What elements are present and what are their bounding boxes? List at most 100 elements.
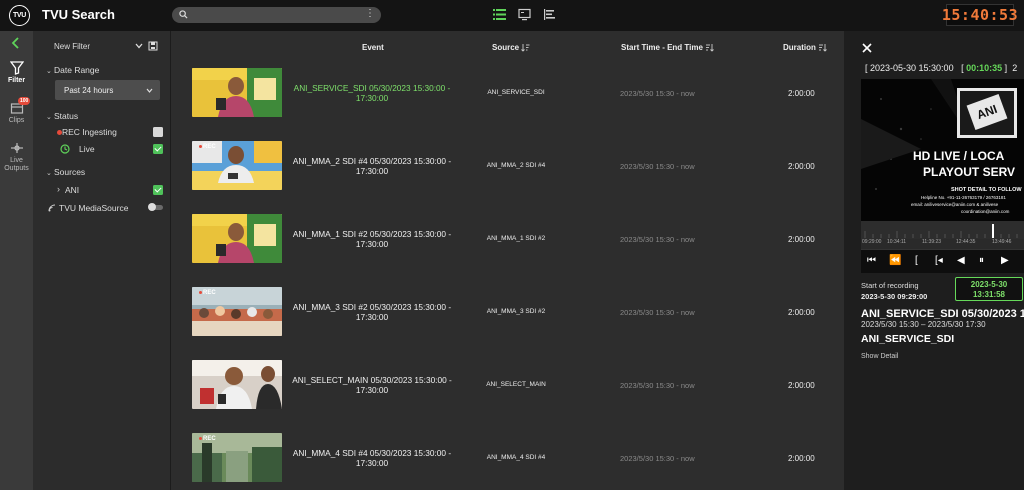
video-detail-4: coordination@aniin.com <box>961 209 1010 214</box>
current-timecode-box[interactable]: 2023-5-30 13:31:58 <box>955 277 1023 301</box>
sort-icon[interactable] <box>705 43 714 53</box>
ani-checkbox[interactable] <box>153 185 163 195</box>
source-name: ANI_SERVICE_SDI <box>487 89 545 96</box>
tvu-mediasource-toggle[interactable] <box>148 203 163 211</box>
show-detail-link[interactable]: Show Detail <box>861 353 898 360</box>
status-section[interactable]: ⌄ Status <box>46 111 78 121</box>
start-of-recording: Start of recording 2023-5-30 09:29:00 <box>861 281 928 301</box>
play-icon[interactable]: ▶ <box>1001 255 1009 266</box>
status-rec-ingesting[interactable]: REC Ingesting <box>55 127 163 139</box>
preview-title: ANI_SERVICE_SDI 05/30/2023 15:30 <box>861 308 1024 320</box>
signal-icon <box>48 204 56 212</box>
more-options-icon[interactable]: ⋮ <box>365 8 375 19</box>
duration: 2:00:00 <box>788 308 815 317</box>
video-detail-1: SHOT DETAIL TO FOLLOW <box>951 187 1022 193</box>
table-row[interactable]: ANI_MMA_1 SDI #2 05/30/2023 15:30:00 - 1… <box>171 214 844 287</box>
column-header-source[interactable]: Source <box>492 43 530 53</box>
source-name: ANI_MMA_4 SDI #4 <box>486 454 546 461</box>
chevron-down-icon <box>146 88 153 93</box>
rail-item-label: Live Outputs <box>4 157 29 172</box>
time-range: 2023/5/30 15:30 - now <box>620 235 695 244</box>
status-live[interactable]: Live <box>55 144 163 156</box>
save-filter-icon[interactable] <box>148 41 158 51</box>
rec-badge: REC <box>199 290 216 296</box>
preview-source: ANI_SERVICE_SDI <box>861 333 955 345</box>
list-view-icon[interactable] <box>493 8 506 21</box>
duration: 2:00:00 <box>788 235 815 244</box>
event-name[interactable]: ANI_MMA_2 SDI #4 05/30/2023 15:30:00 - 1… <box>292 156 452 176</box>
column-header-time[interactable]: Start Time - End Time <box>621 43 714 53</box>
timeline-scrubber[interactable]: 09:29:00 10:34:11 11:39:23 12:44:35 13:4… <box>861 221 1024 249</box>
live-checkbox[interactable] <box>153 144 163 154</box>
event-name[interactable]: ANI_MMA_3 SDI #2 05/30/2023 15:30:00 - 1… <box>292 302 452 322</box>
chevron-down-icon[interactable] <box>135 43 143 49</box>
clip-thumbnail[interactable]: REC <box>192 287 282 336</box>
collapse-chevron-icon[interactable] <box>10 37 22 49</box>
table-row[interactable]: REC ANI_MMA_4 SDI #4 05/30/2023 15:30:00… <box>171 433 844 490</box>
video-player[interactable]: ANI HD LIVE / LOCA PLAYOUT SERV SHOT DET… <box>861 79 1024 221</box>
date-range-section[interactable]: ⌄ Date Range <box>46 65 99 75</box>
timeline-view-icon[interactable] <box>543 8 556 21</box>
top-bar: TVU TVU Search ⋮ 15:40:53 <box>0 0 1024 31</box>
rail-item-label: Filter <box>7 77 26 84</box>
preview-panel: [ 2023-05-30 15:30:00 [ 00:10:35 ] 2 ANI… <box>844 31 1024 490</box>
column-header-duration[interactable]: Duration <box>783 43 827 53</box>
search-icon <box>179 10 188 19</box>
sort-icon[interactable] <box>818 43 827 53</box>
table-row[interactable]: REC ANI_MMA_2 SDI #4 05/30/2023 15:30:00… <box>171 141 844 214</box>
timeline-tick-label: 09:29:00 <box>862 239 882 245</box>
event-name[interactable]: ANI_SERVICE_SDI 05/30/2023 15:30:00 - 17… <box>292 83 452 103</box>
rewind-icon[interactable]: ⏪ <box>889 255 901 266</box>
chevron-right-icon[interactable]: › <box>57 184 60 194</box>
rail-item-clips[interactable]: 100 Clips <box>0 97 33 124</box>
monitor-view-icon[interactable] <box>518 8 531 21</box>
clip-thumbnail[interactable] <box>192 360 282 409</box>
clip-thumbnail[interactable] <box>192 214 282 263</box>
clip-thumbnail[interactable]: REC <box>192 141 282 190</box>
time-range: 2023/5/30 15:30 - now <box>620 89 695 98</box>
table-row[interactable]: ANI_SERVICE_SDI 05/30/2023 15:30:00 - 17… <box>171 68 844 141</box>
sources-section[interactable]: ⌄ Sources <box>46 167 85 177</box>
clip-thumbnail[interactable] <box>192 68 282 117</box>
skip-to-start-icon[interactable]: ⏮ <box>867 255 876 266</box>
search-bar[interactable]: ⋮ <box>172 7 381 23</box>
tvu-logo[interactable]: TVU <box>9 5 30 26</box>
table-row[interactable]: ANI_SELECT_MAIN 05/30/2023 15:30:00 - 17… <box>171 360 844 433</box>
timeline-tick-label: 11:39:23 <box>922 239 942 245</box>
time-range: 2023/5/30 15:30 - now <box>620 454 695 463</box>
mark-in-icon[interactable]: [ <box>915 255 918 266</box>
column-header-event[interactable]: Event <box>362 43 384 52</box>
elapsed-time: 00:10:35 <box>966 63 1003 73</box>
close-icon[interactable] <box>862 43 872 53</box>
source-name: ANI_MMA_3 SDI #2 <box>486 308 546 315</box>
new-filter-label[interactable]: New Filter <box>54 42 90 51</box>
duration: 2:00:00 <box>788 89 815 98</box>
rail-item-live-outputs[interactable]: Live Outputs <box>0 141 33 173</box>
rail-item-filter[interactable]: Filter <box>0 61 33 84</box>
pause-icon[interactable]: ⏸ <box>979 255 984 266</box>
video-headline-2: PLAYOUT SERV <box>923 165 1015 179</box>
video-headline-1: HD LIVE / LOCA <box>913 149 1005 163</box>
timeline-tick-label: 13:49:46 <box>992 239 1012 245</box>
source-tvu-mediasource[interactable]: TVU MediaSource <box>48 203 163 215</box>
rec-badge: REC <box>199 144 216 150</box>
duration: 2:00:00 <box>788 454 815 463</box>
clock-display: 15:40:53 <box>941 4 1019 26</box>
rail-item-label: Clips <box>8 117 25 124</box>
event-name[interactable]: ANI_MMA_4 SDI #4 05/30/2023 15:30:00 - 1… <box>292 448 452 468</box>
sort-icon[interactable] <box>521 43 530 53</box>
date-range-dropdown[interactable]: Past 24 hours <box>55 80 160 100</box>
clip-thumbnail[interactable]: REC <box>192 433 282 482</box>
event-name[interactable]: ANI_SELECT_MAIN 05/30/2023 15:30:00 - 17… <box>292 375 452 395</box>
rec-ingesting-checkbox[interactable] <box>153 127 163 137</box>
playhead[interactable] <box>992 224 994 238</box>
source-name: ANI_SELECT_MAIN <box>486 381 546 388</box>
chevron-down-icon: ⌄ <box>46 68 52 75</box>
go-to-in-icon[interactable]: [◂ <box>935 255 943 266</box>
step-back-icon[interactable]: ◀ <box>957 255 965 266</box>
event-name[interactable]: ANI_MMA_1 SDI #2 05/30/2023 15:30:00 - 1… <box>292 229 452 249</box>
source-ani[interactable]: › ANI <box>55 184 163 197</box>
filter-panel: New Filter ⌄ Date Range Past 24 hours ⌄ St… <box>33 31 171 490</box>
source-name: ANI_MMA_1 SDI #2 <box>486 235 546 242</box>
table-row[interactable]: REC ANI_MMA_3 SDI #2 05/30/2023 15:30:00… <box>171 287 844 360</box>
